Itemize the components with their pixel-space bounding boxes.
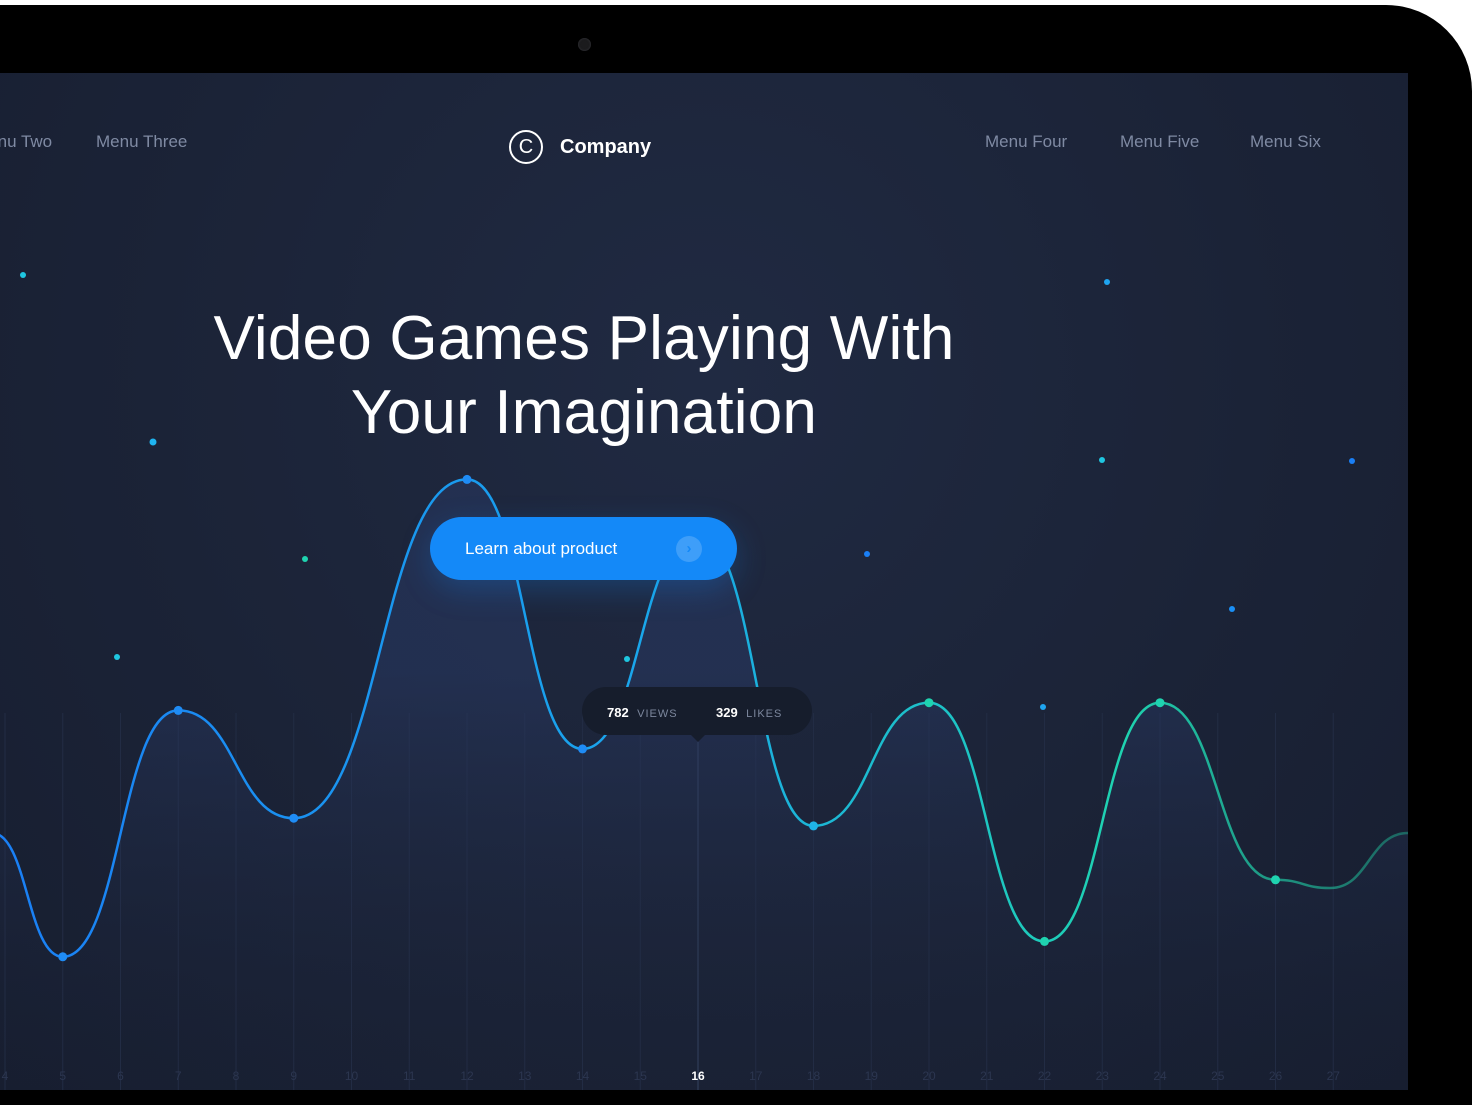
likes-label: LIKES: [746, 708, 783, 720]
hero-title: Video Games Playing With Your Imaginatio…: [104, 302, 1064, 450]
learn-about-product-button[interactable]: Learn about product ›: [430, 517, 737, 580]
likes-count: 329: [716, 705, 738, 720]
data-point[interactable]: [289, 813, 299, 823]
x-tick-label: 6: [117, 1069, 124, 1083]
x-tick-label: 21: [980, 1069, 994, 1083]
x-tick-label: 12: [460, 1069, 474, 1083]
x-tick-label: 15: [634, 1069, 648, 1083]
data-point[interactable]: [58, 952, 68, 962]
x-tick-label: 5: [59, 1069, 66, 1083]
x-tick-label: 18: [807, 1069, 821, 1083]
cta-label: Learn about product: [465, 539, 618, 558]
chevron-right-icon: ›: [676, 536, 702, 562]
x-tick-label: 16: [691, 1069, 705, 1083]
x-tick-label: 7: [175, 1069, 182, 1083]
x-tick-label: 24: [1153, 1069, 1167, 1083]
x-tick-label: 9: [290, 1069, 297, 1083]
x-tick-label: 19: [865, 1069, 879, 1083]
views-stat: 782 VIEWS: [607, 704, 678, 722]
data-point[interactable]: [173, 705, 183, 715]
data-point[interactable]: [924, 698, 934, 708]
screen: Menu Two Menu Three C Company Menu Four …: [0, 73, 1408, 1090]
views-line-chart: 4 5 6 7 8 9 10 11 12 13 14 15 16 17 18 19 20 21 22 23 24 25 26…: [0, 272, 1408, 1090]
hero-title-line-2: Your Imagination: [350, 378, 818, 447]
data-point[interactable]: [578, 744, 587, 754]
x-tick-label: 13: [518, 1069, 532, 1083]
data-point[interactable]: [462, 474, 472, 484]
x-tick-label: 14: [576, 1069, 590, 1083]
views-label: VIEWS: [637, 708, 678, 720]
camera-icon: [578, 38, 591, 51]
tooltip-arrow: [690, 734, 706, 742]
x-tick-label: 4: [2, 1069, 9, 1083]
data-point[interactable]: [1155, 698, 1165, 708]
likes-stat: 329 LIKES: [716, 704, 782, 722]
chart-tooltip: 782 VIEWS 329 LIKES: [582, 687, 812, 742]
x-tick-label: 11: [403, 1069, 416, 1083]
x-tick-label: 17: [749, 1069, 763, 1083]
data-point[interactable]: [1271, 875, 1280, 885]
x-tick-label: 20: [922, 1069, 936, 1083]
data-point[interactable]: [1040, 936, 1049, 946]
x-tick-label: 23: [1096, 1069, 1110, 1083]
views-count: 782: [607, 705, 629, 720]
x-tick-label: 27: [1327, 1069, 1341, 1083]
x-tick-label: 22: [1038, 1069, 1052, 1083]
x-tick-label: 25: [1211, 1069, 1225, 1083]
x-tick-label: 10: [345, 1069, 359, 1083]
x-tick-label: 8: [233, 1069, 240, 1083]
data-point[interactable]: [809, 821, 818, 831]
hero-title-line-1: Video Games Playing With: [213, 304, 955, 373]
x-tick-label: 26: [1269, 1069, 1283, 1083]
